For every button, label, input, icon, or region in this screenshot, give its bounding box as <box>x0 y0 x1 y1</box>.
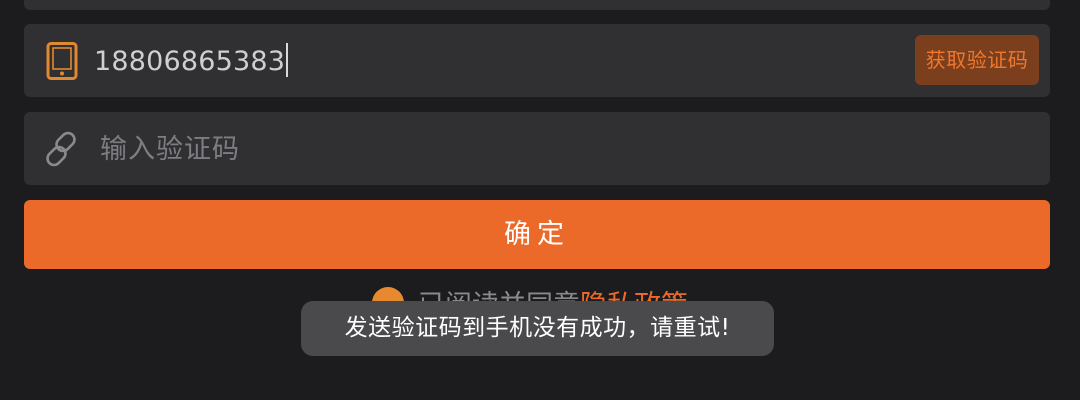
verification-code-field[interactable]: 输入验证码 <box>24 112 1050 185</box>
text-caret <box>286 43 289 77</box>
link-icon <box>44 130 80 168</box>
get-verification-code-button[interactable]: 获取验证码 <box>915 35 1039 85</box>
previous-input-field[interactable] <box>24 0 1050 10</box>
phone-icon <box>44 42 80 80</box>
confirm-button[interactable]: 确定 <box>24 200 1050 269</box>
login-screen: 18806865383 获取验证码 输入验证码 确定 已阅读并同意隐私政策 发送… <box>0 0 1080 400</box>
phone-input-field[interactable]: 18806865383 获取验证码 <box>24 24 1050 97</box>
phone-number-value[interactable]: 18806865383 <box>94 43 289 80</box>
code-input-placeholder[interactable]: 输入验证码 <box>100 132 240 168</box>
error-toast: 发送验证码到手机没有成功，请重试! <box>301 301 774 356</box>
